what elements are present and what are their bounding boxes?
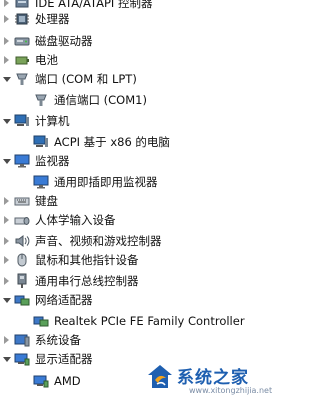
tree-item-label: 监视器 (35, 154, 70, 168)
monitor-icon (14, 153, 30, 169)
collapse-toggle[interactable] (2, 290, 11, 310)
watermark-text: 系统之家 (177, 368, 249, 388)
tree-item-label: 计算机 (35, 114, 70, 128)
tree-item-monitors[interactable]: 监视器 (2, 151, 70, 171)
tree-item-label: 网络适配器 (35, 293, 93, 307)
tree-item-label: 通用即插即用监视器 (54, 175, 158, 189)
collapse-toggle[interactable] (2, 349, 11, 369)
tree-item-label: 键盘 (35, 194, 58, 208)
expand-toggle[interactable] (2, 9, 11, 29)
network-icon (33, 313, 49, 329)
tree-item-label: 通用串行总线控制器 (35, 274, 139, 288)
watermark: 系统之家 www.xitongzhijia.net (145, 360, 272, 403)
battery-icon (14, 52, 30, 68)
tree-item-label: 声音、视频和游戏控制器 (35, 234, 162, 248)
expand-toggle[interactable] (2, 191, 11, 211)
computer-icon (33, 134, 49, 150)
hid-icon (14, 212, 30, 228)
tree-item-label: 人体学输入设备 (35, 213, 116, 227)
tree-item-label: 系统设备 (35, 333, 81, 347)
network-icon (14, 292, 30, 308)
display-adapter-icon (33, 373, 49, 389)
tree-item-computer[interactable]: 计算机 (2, 111, 70, 131)
usb-icon (14, 273, 30, 289)
tree-item-disk[interactable]: 磁盘驱动器 (2, 31, 93, 51)
tree-item-sound[interactable]: 声音、视频和游戏控制器 (2, 231, 162, 251)
sound-icon (14, 233, 30, 249)
tree-item-label: 磁盘驱动器 (35, 34, 93, 48)
system-icon (14, 332, 30, 348)
tree-item-display[interactable]: 显示适配器 (2, 349, 93, 369)
collapse-toggle[interactable] (2, 151, 11, 171)
tree-item-label: AMD (54, 374, 81, 388)
tree-item-hid[interactable]: 人体学输入设备 (2, 210, 116, 230)
port-icon (14, 71, 30, 87)
keyboard-icon (14, 193, 30, 209)
tree-item-mouse[interactable]: 鼠标和其他指针设备 (2, 250, 139, 270)
computer-icon (14, 113, 30, 129)
tree-item-label: 鼠标和其他指针设备 (35, 253, 139, 267)
expand-toggle[interactable] (2, 31, 11, 51)
tree-item-processor[interactable]: 处理器 (2, 9, 70, 29)
tree-item-keyboard[interactable]: 键盘 (2, 191, 58, 211)
tree-item-label: Realtek PCIe FE Family Controller (54, 314, 245, 328)
collapse-toggle[interactable] (2, 111, 11, 131)
expand-toggle[interactable] (2, 50, 11, 70)
expand-toggle[interactable] (2, 231, 11, 251)
tree-item-acpi[interactable]: ACPI 基于 x86 的电脑 (21, 132, 170, 152)
tree-item-com1[interactable]: 通信端口 (COM1) (21, 90, 147, 110)
tree-item-label: 处理器 (35, 12, 70, 26)
tree-item-realtek[interactable]: Realtek PCIe FE Family Controller (21, 311, 245, 331)
tree-item-label: ACPI 基于 x86 的电脑 (54, 135, 170, 149)
collapse-toggle[interactable] (2, 69, 11, 89)
watermark-logo-icon (145, 362, 175, 392)
monitor-icon (33, 174, 49, 190)
tree-item-network[interactable]: 网络适配器 (2, 290, 93, 310)
processor-icon (14, 11, 30, 27)
tree-item-ports[interactable]: 端口 (COM 和 LPT) (2, 69, 137, 89)
expand-toggle[interactable] (2, 271, 11, 291)
expand-toggle[interactable] (2, 250, 11, 270)
tree-item-generic-monitor[interactable]: 通用即插即用监视器 (21, 172, 158, 192)
tree-item-usb[interactable]: 通用串行总线控制器 (2, 271, 139, 291)
display-adapter-icon (14, 351, 30, 367)
tree-item-label: 通信端口 (COM1) (54, 93, 147, 107)
tree-item-system[interactable]: 系统设备 (2, 330, 81, 350)
tree-item-label: 端口 (COM 和 LPT) (35, 72, 137, 86)
mouse-icon (14, 252, 30, 268)
watermark-url: www.xitongzhijia.net (189, 386, 273, 395)
expand-toggle[interactable] (2, 330, 11, 350)
tree-item-label: 电池 (35, 53, 58, 67)
device-tree: IDE ATA/ATAPI 控制器 处理器 磁盘驱动器 电池 端口 (COM 和… (0, 0, 258, 403)
tree-item-amd[interactable]: AMD (21, 371, 81, 391)
disk-drive-icon (14, 33, 30, 49)
port-icon (33, 92, 49, 108)
expand-toggle[interactable] (2, 210, 11, 230)
tree-item-label: 显示适配器 (35, 352, 93, 366)
tree-item-battery[interactable]: 电池 (2, 50, 58, 70)
